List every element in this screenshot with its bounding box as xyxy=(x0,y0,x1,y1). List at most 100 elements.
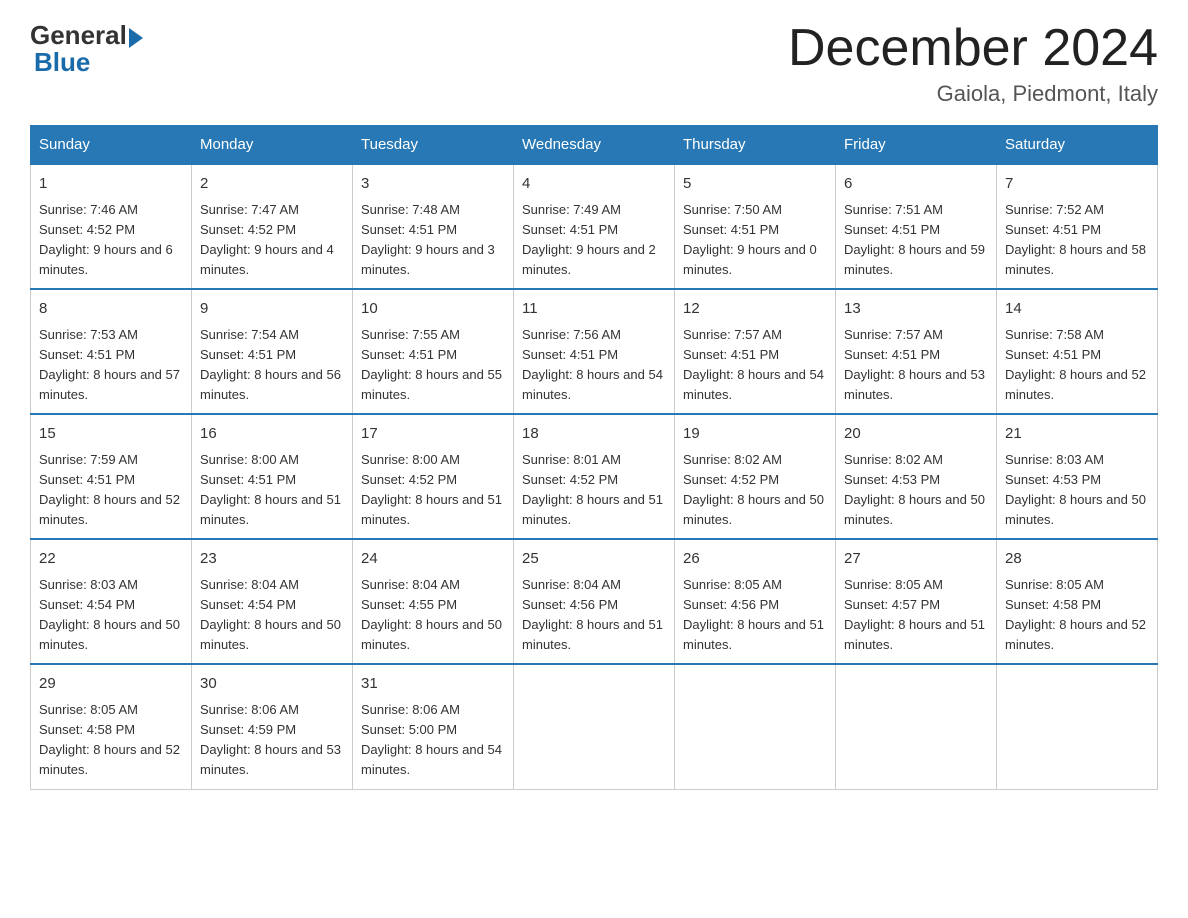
day-number: 3 xyxy=(361,173,505,196)
calendar-cell: 11Sunrise: 7:56 AMSunset: 4:51 PMDayligh… xyxy=(514,289,675,414)
calendar-cell: 21 Sunrise: 8:03 AMSunset: 4:53 PMDayligh… xyxy=(997,414,1158,539)
day-info: Sunrise: 8:05 AMSunset: 4:56 PMDaylight:… xyxy=(683,575,827,656)
calendar-week-row: 8 Sunrise: 7:53 AMSunset: 4:51 PMDaylight… xyxy=(31,289,1158,414)
day-number: 8 xyxy=(39,298,183,321)
calendar-cell: 24 Sunrise: 8:04 AMSunset: 4:55 PMDayligh… xyxy=(353,539,514,664)
day-number: 13 xyxy=(844,298,988,321)
calendar-cell xyxy=(675,664,836,789)
calendar-cell xyxy=(514,664,675,789)
header-wednesday: Wednesday xyxy=(514,126,675,165)
day-info: Sunrise: 7:57 AMSunset: 4:51 PMDaylight:… xyxy=(844,325,988,406)
day-number: 20 xyxy=(844,423,988,446)
calendar-cell xyxy=(997,664,1158,789)
day-number: 5 xyxy=(683,173,827,196)
header-monday: Monday xyxy=(192,126,353,165)
day-number: 23 xyxy=(200,548,344,571)
calendar-cell: 9 Sunrise: 7:54 AMSunset: 4:51 PMDaylight… xyxy=(192,289,353,414)
title-block: December 2024 Gaiola, Piedmont, Italy xyxy=(788,20,1158,107)
day-number: 18 xyxy=(522,423,666,446)
day-info: Sunrise: 8:05 AMSunset: 4:58 PMDaylight:… xyxy=(1005,575,1149,656)
day-info: Sunrise: 7:50 AMSunset: 4:51 PMDaylight:… xyxy=(683,200,827,281)
day-info: Sunrise: 8:05 AMSunset: 4:57 PMDaylight:… xyxy=(844,575,988,656)
day-number: 31 xyxy=(361,673,505,696)
day-info: Sunrise: 8:05 AMSunset: 4:58 PMDaylight:… xyxy=(39,700,183,781)
day-number: 10 xyxy=(361,298,505,321)
header-sunday: Sunday xyxy=(31,126,192,165)
calendar-cell: 2 Sunrise: 7:47 AMSunset: 4:52 PMDaylight… xyxy=(192,164,353,289)
calendar-cell: 10 Sunrise: 7:55 AMSunset: 4:51 PMDayligh… xyxy=(353,289,514,414)
day-info: Sunrise: 7:47 AMSunset: 4:52 PMDaylight:… xyxy=(200,200,344,281)
calendar-cell: 28 Sunrise: 8:05 AMSunset: 4:58 PMDayligh… xyxy=(997,539,1158,664)
day-info: Sunrise: 8:06 AMSunset: 4:59 PMDaylight:… xyxy=(200,700,344,781)
logo: General Blue xyxy=(30,20,143,78)
day-info: Sunrise: 8:00 AMSunset: 4:51 PMDaylight:… xyxy=(200,450,344,531)
calendar-cell: 16 Sunrise: 8:00 AMSunset: 4:51 PMDayligh… xyxy=(192,414,353,539)
calendar-cell: 31Sunrise: 8:06 AMSunset: 5:00 PMDayligh… xyxy=(353,664,514,789)
day-number: 1 xyxy=(39,173,183,196)
day-number: 22 xyxy=(39,548,183,571)
calendar-cell: 1 Sunrise: 7:46 AMSunset: 4:52 PMDaylight… xyxy=(31,164,192,289)
day-info: Sunrise: 7:51 AMSunset: 4:51 PMDaylight:… xyxy=(844,200,988,281)
header-thursday: Thursday xyxy=(675,126,836,165)
header-saturday: Saturday xyxy=(997,126,1158,165)
day-info: Sunrise: 7:54 AMSunset: 4:51 PMDaylight:… xyxy=(200,325,344,406)
calendar-cell: 26 Sunrise: 8:05 AMSunset: 4:56 PMDayligh… xyxy=(675,539,836,664)
day-number: 28 xyxy=(1005,548,1149,571)
calendar-body: 1 Sunrise: 7:46 AMSunset: 4:52 PMDaylight… xyxy=(31,164,1158,789)
day-number: 29 xyxy=(39,673,183,696)
day-info: Sunrise: 8:01 AMSunset: 4:52 PMDaylight:… xyxy=(522,450,666,531)
calendar-table: Sunday Monday Tuesday Wednesday Thursday… xyxy=(30,125,1158,789)
calendar-cell: 13 Sunrise: 7:57 AMSunset: 4:51 PMDayligh… xyxy=(836,289,997,414)
calendar-cell: 19 Sunrise: 8:02 AMSunset: 4:52 PMDayligh… xyxy=(675,414,836,539)
page-header: General Blue December 2024 Gaiola, Piedm… xyxy=(30,20,1158,107)
day-number: 2 xyxy=(200,173,344,196)
logo-blue-text: Blue xyxy=(34,47,90,78)
calendar-week-row: 29 Sunrise: 8:05 AMSunset: 4:58 PMDayligh… xyxy=(31,664,1158,789)
day-number: 26 xyxy=(683,548,827,571)
calendar-cell: 17Sunrise: 8:00 AMSunset: 4:52 PMDayligh… xyxy=(353,414,514,539)
weekday-header-row: Sunday Monday Tuesday Wednesday Thursday… xyxy=(31,126,1158,165)
day-number: 25 xyxy=(522,548,666,571)
day-number: 24 xyxy=(361,548,505,571)
calendar-header: Sunday Monday Tuesday Wednesday Thursday… xyxy=(31,126,1158,165)
calendar-cell: 18 Sunrise: 8:01 AMSunset: 4:52 PMDayligh… xyxy=(514,414,675,539)
day-info: Sunrise: 7:52 AMSunset: 4:51 PMDaylight:… xyxy=(1005,200,1149,281)
calendar-cell: 3 Sunrise: 7:48 AMSunset: 4:51 PMDaylight… xyxy=(353,164,514,289)
day-number: 30 xyxy=(200,673,344,696)
day-info: Sunrise: 7:59 AMSunset: 4:51 PMDaylight:… xyxy=(39,450,183,531)
day-number: 16 xyxy=(200,423,344,446)
calendar-cell: 23 Sunrise: 8:04 AMSunset: 4:54 PMDayligh… xyxy=(192,539,353,664)
day-info: Sunrise: 7:55 AMSunset: 4:51 PMDaylight:… xyxy=(361,325,505,406)
day-number: 11 xyxy=(522,298,666,321)
calendar-cell: 25Sunrise: 8:04 AMSunset: 4:56 PMDayligh… xyxy=(514,539,675,664)
day-info: Sunrise: 7:48 AMSunset: 4:51 PMDaylight:… xyxy=(361,200,505,281)
day-number: 7 xyxy=(1005,173,1149,196)
day-number: 9 xyxy=(200,298,344,321)
day-number: 15 xyxy=(39,423,183,446)
logo-arrow-icon xyxy=(129,28,143,48)
day-info: Sunrise: 7:53 AMSunset: 4:51 PMDaylight:… xyxy=(39,325,183,406)
day-info: Sunrise: 8:04 AMSunset: 4:54 PMDaylight:… xyxy=(200,575,344,656)
day-number: 6 xyxy=(844,173,988,196)
day-number: 12 xyxy=(683,298,827,321)
calendar-cell: 20Sunrise: 8:02 AMSunset: 4:53 PMDayligh… xyxy=(836,414,997,539)
calendar-title: December 2024 xyxy=(788,20,1158,77)
calendar-cell: 12Sunrise: 7:57 AMSunset: 4:51 PMDayligh… xyxy=(675,289,836,414)
day-info: Sunrise: 8:02 AMSunset: 4:52 PMDaylight:… xyxy=(683,450,827,531)
calendar-cell: 14Sunrise: 7:58 AMSunset: 4:51 PMDayligh… xyxy=(997,289,1158,414)
calendar-cell: 8 Sunrise: 7:53 AMSunset: 4:51 PMDaylight… xyxy=(31,289,192,414)
calendar-week-row: 22 Sunrise: 8:03 AMSunset: 4:54 PMDayligh… xyxy=(31,539,1158,664)
calendar-cell: 6 Sunrise: 7:51 AMSunset: 4:51 PMDaylight… xyxy=(836,164,997,289)
day-info: Sunrise: 8:04 AMSunset: 4:55 PMDaylight:… xyxy=(361,575,505,656)
day-number: 19 xyxy=(683,423,827,446)
calendar-cell xyxy=(836,664,997,789)
day-info: Sunrise: 8:03 AMSunset: 4:54 PMDaylight:… xyxy=(39,575,183,656)
calendar-cell: 30 Sunrise: 8:06 AMSunset: 4:59 PMDayligh… xyxy=(192,664,353,789)
day-number: 21 xyxy=(1005,423,1149,446)
day-info: Sunrise: 8:03 AMSunset: 4:53 PMDaylight:… xyxy=(1005,450,1149,531)
header-tuesday: Tuesday xyxy=(353,126,514,165)
calendar-subtitle: Gaiola, Piedmont, Italy xyxy=(788,81,1158,107)
day-number: 4 xyxy=(522,173,666,196)
day-info: Sunrise: 7:46 AMSunset: 4:52 PMDaylight:… xyxy=(39,200,183,281)
calendar-cell: 7 Sunrise: 7:52 AMSunset: 4:51 PMDaylight… xyxy=(997,164,1158,289)
